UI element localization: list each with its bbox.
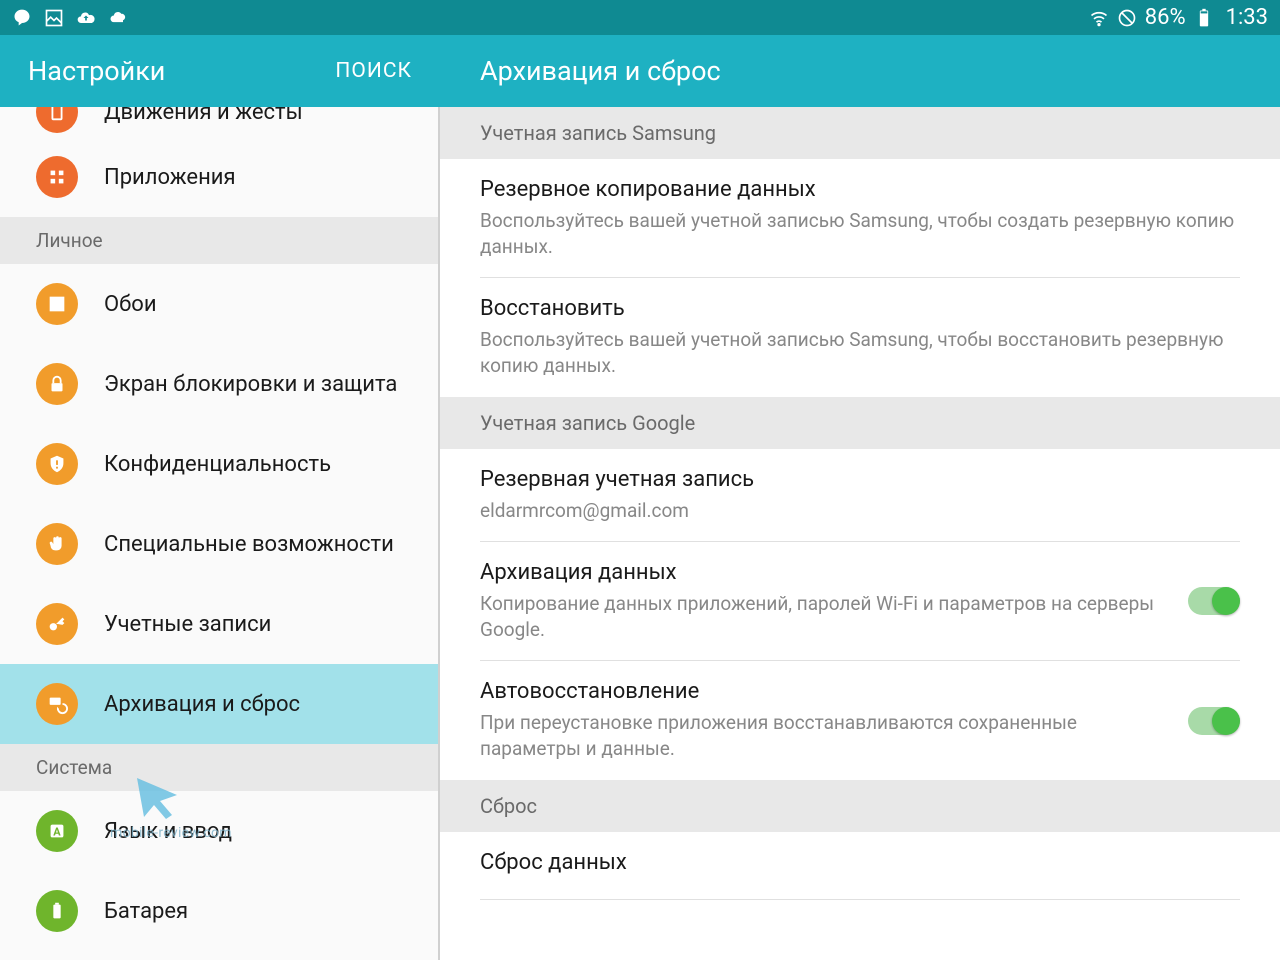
settings-sidebar[interactable]: Движения и жесты Приложения Личное Обои … — [0, 107, 440, 960]
item-title: Архивация данных — [480, 560, 1168, 585]
item-autorestore[interactable]: Автовосстановление При переустановке при… — [480, 661, 1240, 779]
item-title: Резервная учетная запись — [480, 467, 1240, 492]
app-header: Настройки ПОИСК Архивация и сброс — [0, 35, 1280, 107]
settings-title: Настройки — [28, 55, 335, 87]
hangouts-icon — [12, 8, 32, 28]
onedrive-icon — [108, 8, 128, 28]
section-reset: Сброс — [440, 780, 1280, 832]
sidebar-item-battery[interactable]: Батарея — [0, 871, 438, 951]
detail-pane[interactable]: Учетная запись Samsung Резервное копиров… — [440, 107, 1280, 960]
item-title: Автовосстановление — [480, 679, 1168, 704]
item-backup-account[interactable]: Резервная учетная запись eldarmrcom@gmai… — [480, 449, 1240, 543]
wifi-icon — [1089, 8, 1109, 28]
sidebar-item-wallpaper[interactable]: Обои — [0, 264, 438, 344]
sidebar-section-system: Система — [0, 744, 438, 791]
language-icon: A — [36, 810, 78, 852]
item-title: Сброс данных — [480, 850, 1240, 875]
item-title: Резервное копирование данных — [480, 177, 1240, 202]
autorestore-toggle[interactable] — [1188, 707, 1240, 735]
wallpaper-icon — [36, 283, 78, 325]
section-google-account: Учетная запись Google — [440, 397, 1280, 449]
item-restore[interactable]: Восстановить Воспользуйтесь вашей учетно… — [480, 278, 1240, 396]
item-subtitle: Копирование данных приложений, паролей W… — [480, 591, 1168, 642]
sidebar-item-apps[interactable]: Приложения — [0, 137, 438, 217]
item-title: Восстановить — [480, 296, 1240, 321]
sidebar-item-label: Язык и ввод — [104, 819, 232, 844]
sidebar-item-label: Приложения — [104, 165, 236, 190]
gallery-icon — [44, 8, 64, 28]
clock-time: 1:33 — [1226, 5, 1268, 30]
section-samsung-account: Учетная запись Samsung — [440, 107, 1280, 159]
sidebar-item-label: Обои — [104, 292, 157, 317]
item-backup-data[interactable]: Резервное копирование данных Воспользуйт… — [480, 159, 1240, 278]
apps-icon — [36, 156, 78, 198]
hand-icon — [36, 523, 78, 565]
sidebar-item-label: Конфиденциальность — [104, 452, 331, 477]
sidebar-item-label: Специальные возможности — [104, 532, 394, 557]
battery-menu-icon — [36, 890, 78, 932]
sidebar-item-backup-reset[interactable]: Архивация и сброс — [0, 664, 438, 744]
search-button[interactable]: ПОИСК — [335, 59, 412, 83]
cloud-upload-icon — [76, 8, 96, 28]
sidebar-item-label: Движения и жесты — [104, 107, 303, 125]
battery-icon — [1194, 8, 1214, 28]
svg-text:A: A — [53, 826, 61, 839]
sidebar-item-label: Батарея — [104, 899, 188, 924]
status-bar: 86% 1:33 — [0, 0, 1280, 35]
no-disturb-icon — [1117, 8, 1137, 28]
item-subtitle: eldarmrcom@gmail.com — [480, 498, 1240, 524]
sidebar-item-label: Экран блокировки и защита — [104, 372, 397, 397]
item-subtitle: При переустановке приложения восстанавли… — [480, 710, 1168, 761]
sidebar-section-personal: Личное — [0, 217, 438, 264]
archive-toggle[interactable] — [1188, 587, 1240, 615]
detail-title: Архивация и сброс — [480, 55, 721, 87]
key-icon — [36, 603, 78, 645]
sidebar-item-accessibility[interactable]: Специальные возможности — [0, 504, 438, 584]
backup-reset-icon — [36, 683, 78, 725]
item-reset-data[interactable]: Сброс данных — [480, 832, 1240, 900]
motion-icon — [36, 107, 78, 133]
sidebar-item-language[interactable]: A Язык и ввод — [0, 791, 438, 871]
sidebar-item-lockscreen[interactable]: Экран блокировки и защита — [0, 344, 438, 424]
sidebar-item-label: Архивация и сброс — [104, 692, 300, 717]
sidebar-item-accounts[interactable]: Учетные записи — [0, 584, 438, 664]
item-subtitle: Воспользуйтесь вашей учетной записью Sam… — [480, 327, 1240, 378]
privacy-icon — [36, 443, 78, 485]
item-archive-data[interactable]: Архивация данных Копирование данных прил… — [480, 542, 1240, 661]
lock-icon — [36, 363, 78, 405]
item-subtitle: Воспользуйтесь вашей учетной записью Sam… — [480, 208, 1240, 259]
battery-percent: 86% — [1145, 5, 1186, 30]
sidebar-item-label: Учетные записи — [104, 612, 271, 637]
sidebar-item-motions[interactable]: Движения и жесты — [0, 107, 438, 137]
sidebar-item-privacy[interactable]: Конфиденциальность — [0, 424, 438, 504]
